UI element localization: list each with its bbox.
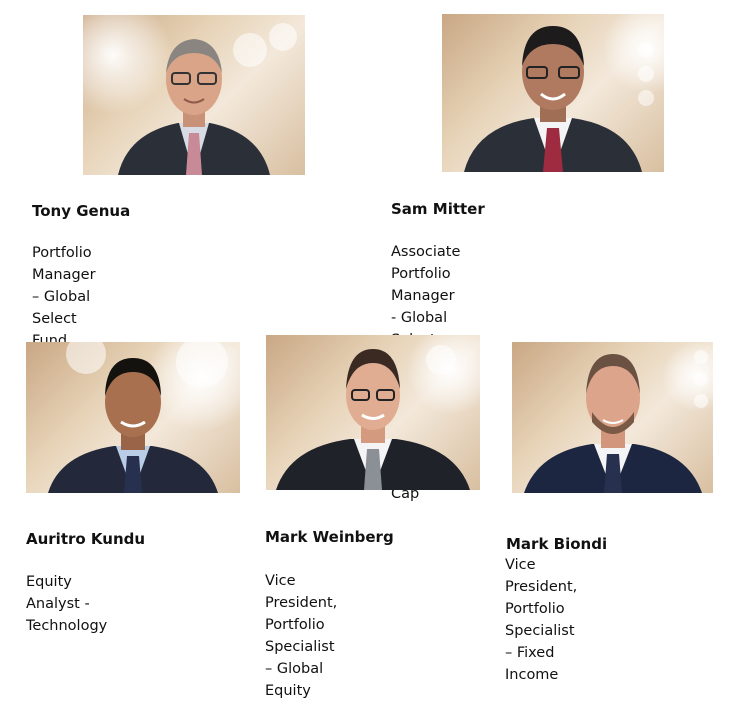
- person-name: Mark Biondi: [506, 535, 608, 553]
- person-name: Sam Mitter: [391, 200, 485, 218]
- person-silhouette: [524, 354, 702, 493]
- person-silhouette: [464, 26, 642, 172]
- portrait-photo: [266, 335, 480, 490]
- person-silhouette: [48, 358, 218, 493]
- person-role: Vice President, Portfolio Specialist – F…: [505, 557, 578, 683]
- person-name: Auritro Kundu: [26, 530, 146, 548]
- portrait-photo: [512, 342, 713, 493]
- portrait-photo: [26, 342, 240, 493]
- person-name: Mark Weinberg: [265, 528, 394, 546]
- portrait-photo: [83, 15, 305, 175]
- person-role: Vice President, Portfolio Specialist – G…: [265, 573, 338, 699]
- person-silhouette: [276, 349, 470, 490]
- portrait-photo: [442, 14, 664, 172]
- person-role: Equity Analyst - Technology: [26, 574, 108, 634]
- person-silhouette: [118, 39, 270, 175]
- person-name: Tony Genua: [32, 202, 131, 220]
